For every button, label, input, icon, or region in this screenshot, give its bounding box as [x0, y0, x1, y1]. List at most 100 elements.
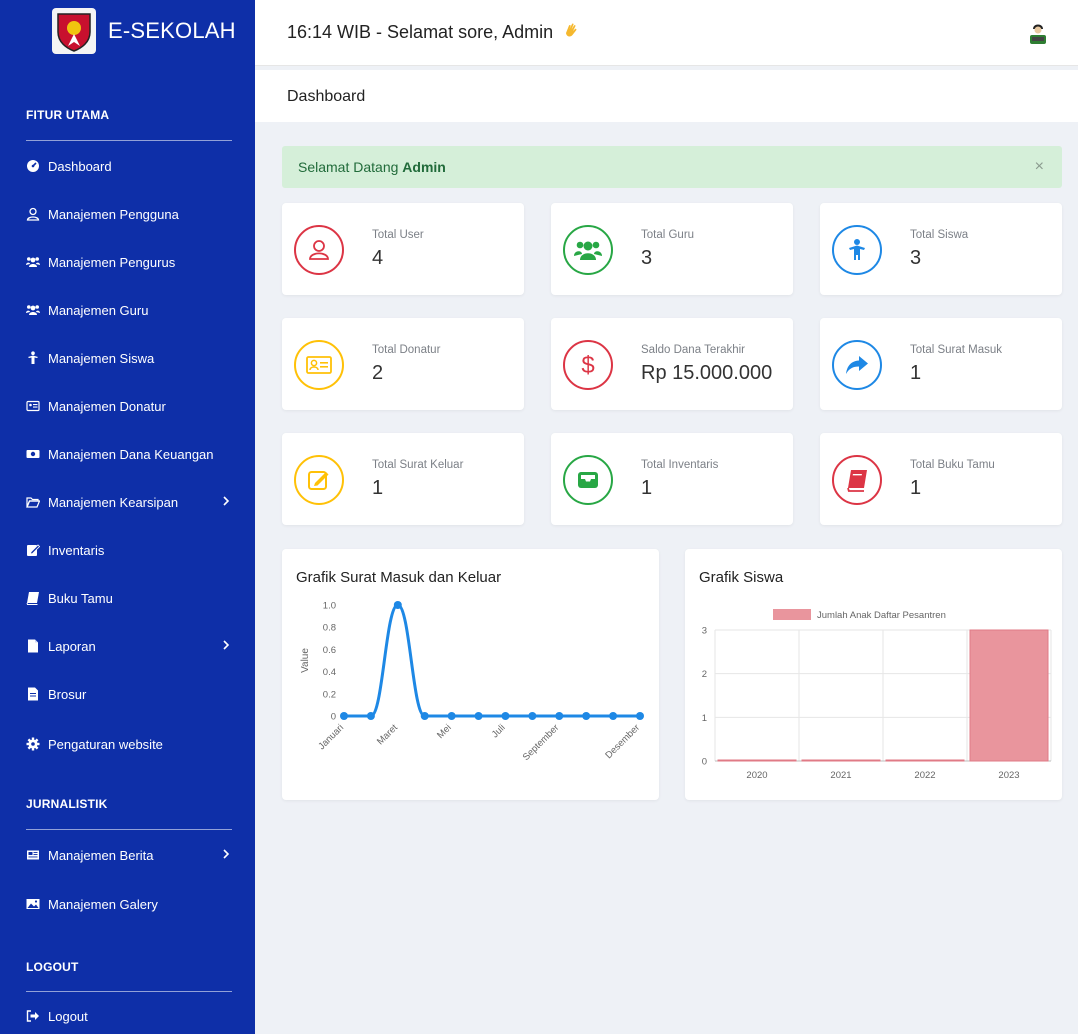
series-line — [344, 603, 640, 718]
sidebar-item-manajemen-donatur[interactable]: Manajemen Donatur — [26, 394, 232, 418]
money-icon — [26, 447, 40, 461]
share-icon — [832, 340, 882, 390]
y-axis-label: Value — [300, 648, 311, 673]
sidebar-item-label: Manajemen Siswa — [48, 350, 155, 366]
bar — [717, 759, 797, 762]
sidebar-item-label: Manajemen Pengurus — [48, 254, 176, 270]
x-tick-label: 2023 — [998, 770, 1019, 781]
sidebar-item-manajemen-galery[interactable]: Manajemen Galery — [26, 892, 232, 916]
section-fitur-utama: FITUR UTAMA — [26, 108, 110, 122]
greeting-text: 16:14 WIB - Selamat sore, Admin — [287, 22, 554, 42]
file-text-icon — [26, 687, 40, 701]
stat-value: 3 — [641, 247, 653, 269]
user-icon — [294, 225, 344, 275]
user-avatar-icon[interactable] — [1028, 20, 1048, 44]
stat-card-total-donatur: Total Donatur 2 — [282, 318, 524, 410]
book-icon — [26, 591, 40, 605]
data-point — [636, 712, 644, 720]
x-tick-label: Desember — [603, 722, 642, 761]
stat-value: 1 — [910, 477, 922, 499]
sidebar-item-label: Manajemen Donatur — [48, 398, 166, 414]
sidebar-item-label: Laporan — [48, 638, 96, 654]
sidebar-item-manajemen-berita[interactable]: Manajemen Berita — [26, 843, 232, 867]
brand-title: E-SEKOLAH — [108, 18, 236, 43]
breadcrumb: Dashboard — [255, 70, 1078, 122]
stat-card-saldo-dana: $ Saldo Dana Terakhir Rp 15.000.000 — [551, 318, 793, 410]
inbox-icon — [563, 455, 613, 505]
stat-label: Total Surat Masuk — [910, 344, 1003, 356]
sidebar-item-logout[interactable]: Logout — [26, 1004, 232, 1028]
stat-label: Total Buku Tamu — [910, 459, 995, 471]
section-divider — [26, 140, 232, 141]
stat-value: 2 — [372, 362, 384, 384]
sidebar-item-buku-tamu[interactable]: Buku Tamu — [26, 586, 232, 610]
users-icon — [26, 255, 40, 269]
chevron-right-icon — [220, 638, 232, 652]
top-bar: 16:14 WIB - Selamat sore, Admin — [255, 0, 1078, 66]
alert-message: Selamat Datang Admin — [298, 159, 446, 175]
sign-out-icon — [26, 1009, 40, 1023]
sidebar-item-pengaturan-website[interactable]: Pengaturan website — [26, 732, 232, 756]
school-logo — [50, 6, 98, 56]
greeting: 16:14 WIB - Selamat sore, Admin — [287, 22, 580, 43]
sidebar-item-manajemen-guru[interactable]: Manajemen Guru — [26, 298, 232, 322]
sidebar-item-label: Dashboard — [48, 158, 112, 174]
section-divider — [26, 991, 232, 992]
sidebar-item-label: Manajemen Dana Keuangan — [48, 446, 214, 462]
data-point — [528, 712, 537, 720]
stat-label: Total User — [372, 229, 424, 241]
sidebar-item-brosur[interactable]: Brosur — [26, 682, 232, 706]
data-point — [340, 712, 348, 720]
x-tick-label: September — [521, 722, 562, 763]
x-tick-label: 2020 — [746, 770, 767, 781]
chevron-right-icon — [220, 847, 232, 861]
newspaper-icon — [26, 848, 40, 862]
close-icon[interactable]: × — [1035, 158, 1044, 176]
sidebar-item-inventaris[interactable]: Inventaris — [26, 538, 232, 562]
y-tick-label: 0 — [702, 757, 707, 768]
edit-icon — [26, 543, 40, 557]
data-point — [609, 712, 618, 720]
brand[interactable]: E-SEKOLAH — [0, 0, 255, 62]
sidebar-item-label: Pengaturan website — [48, 736, 163, 752]
stat-card-total-siswa: Total Siswa 3 — [820, 203, 1062, 295]
users-icon — [563, 225, 613, 275]
sidebar-item-label: Logout — [48, 1008, 88, 1024]
sidebar-item-laporan[interactable]: Laporan — [26, 634, 232, 658]
sidebar-item-label: Brosur — [48, 686, 87, 702]
stat-card-total-buku-tamu: Total Buku Tamu 1 — [820, 433, 1062, 525]
sidebar-item-manajemen-kearsipan[interactable]: Manajemen Kearsipan — [26, 490, 232, 514]
sidebar-item-manajemen-siswa[interactable]: Manajemen Siswa — [26, 346, 232, 370]
y-tick-label: 1.0 — [323, 601, 336, 612]
child-icon — [26, 351, 40, 365]
alert-username: Admin — [402, 159, 446, 175]
stat-label: Total Surat Keluar — [372, 459, 464, 471]
x-tick-label: Mei — [435, 722, 454, 741]
bar — [969, 629, 1049, 762]
sidebar-item-manajemen-pengurus[interactable]: Manajemen Pengurus — [26, 250, 232, 274]
x-tick-label: 2022 — [914, 770, 935, 781]
folder-open-icon — [26, 495, 40, 509]
legend-label: Jumlah Anak Daftar Pesantren — [817, 610, 946, 621]
stat-value: 1 — [372, 477, 384, 499]
edit-icon — [294, 455, 344, 505]
stat-value: Rp 15.000.000 — [641, 362, 773, 384]
x-tick-label: 2021 — [830, 770, 851, 781]
y-tick-label: 0.4 — [323, 667, 336, 678]
book-icon — [832, 455, 882, 505]
tachometer-icon — [26, 159, 40, 173]
y-tick-label: 1 — [702, 713, 707, 724]
sidebar-item-label: Manajemen Kearsipan — [48, 494, 179, 510]
data-point — [420, 712, 429, 720]
x-tick-label: Januari — [316, 722, 346, 752]
sidebar-item-manajemen-pengguna[interactable]: Manajemen Pengguna — [26, 202, 232, 226]
sidebar-item-label: Buku Tamu — [48, 590, 113, 606]
file-icon — [26, 639, 40, 653]
id-card-icon — [26, 399, 40, 413]
y-tick-label: 0.6 — [323, 645, 336, 656]
stat-card-total-user: Total User 4 — [282, 203, 524, 295]
data-point — [474, 712, 483, 720]
sidebar-item-manajemen-dana-keuangan[interactable]: Manajemen Dana Keuangan — [26, 442, 232, 466]
data-point — [582, 712, 591, 720]
sidebar-item-dashboard[interactable]: Dashboard — [26, 154, 232, 178]
